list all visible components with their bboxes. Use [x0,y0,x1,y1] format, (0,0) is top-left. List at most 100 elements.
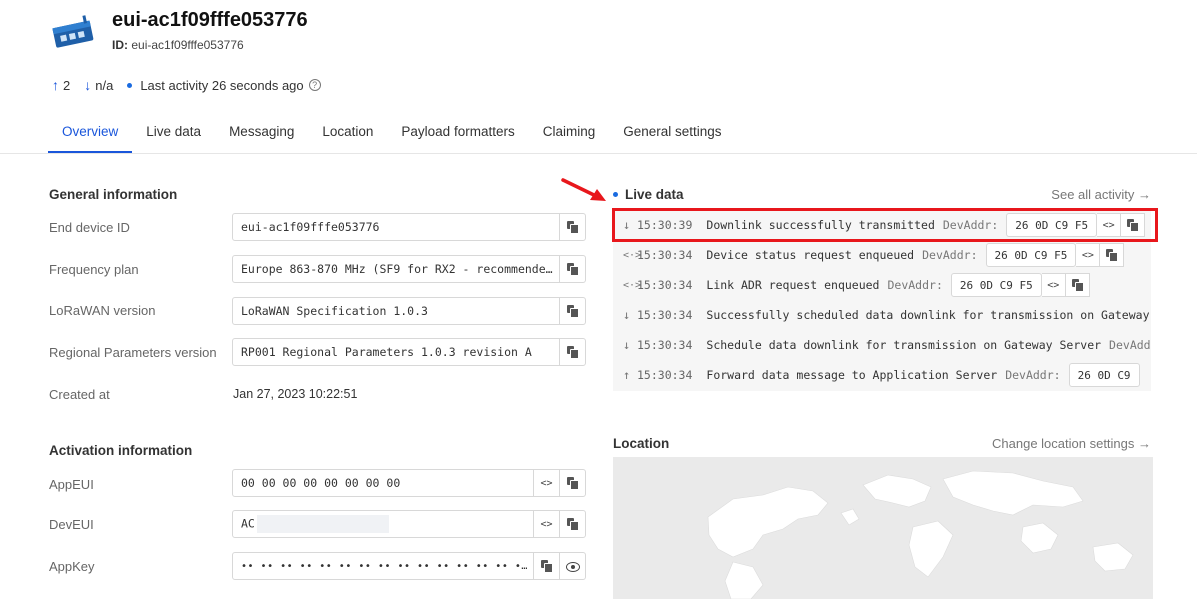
toggle-format-button[interactable]: <> [533,470,559,496]
regional-params-field: RP001 Regional Parameters 1.0.3 revision… [232,338,586,366]
frequency-plan-field: Europe 863-870 MHz (SF9 for RX2 - recomm… [232,255,586,283]
help-icon[interactable]: ? [308,79,321,91]
appeui-label: AppEUI [49,477,94,492]
redacted-block [256,515,389,533]
copy-button[interactable] [559,298,585,324]
live-data-title-text: Live data [625,187,684,202]
arrow-down-icon: ↓ [623,308,631,322]
uplink-count: 2 [63,77,71,93]
deveui-field: AC <> [232,510,586,538]
toggle-format-button[interactable]: <> [1041,273,1066,297]
copy-button[interactable] [559,214,585,240]
tab-general-settings[interactable]: General settings [609,114,735,153]
frequency-plan-value[interactable]: Europe 863-870 MHz (SF9 for RX2 - recomm… [233,262,559,276]
devaddr-value[interactable]: 26 0D C9 F5 [985,243,1077,267]
created-at-value: Jan 27, 2023 10:22:51 [233,387,358,401]
mac-command-icon: <·> [623,279,642,291]
tab-bar: Overview Live data Messaging Location Pa… [48,114,736,154]
eye-icon [565,561,580,572]
device-id-value: eui-ac1f09fffe053776 [131,38,244,52]
location-map[interactable] [613,457,1153,599]
deveui-label: DevEUI [49,517,94,532]
general-info-title: General information [49,187,178,202]
copy-icon [567,477,579,490]
tab-payload-formatters[interactable]: Payload formatters [387,114,528,153]
toggle-format-button[interactable]: <> [533,511,559,537]
event-row[interactable]: ↑ 15:30:34 Forward data message to Appli… [613,360,1151,390]
created-at-label: Created at [49,387,110,402]
event-row[interactable]: <·> 15:30:34 Link ADR request enqueued D… [613,270,1151,300]
tab-divider [0,153,1197,154]
event-time: 15:30:34 [637,368,693,382]
event-time: 15:30:34 [637,308,693,322]
devaddr-value[interactable]: 26 0D C9 F5 [950,273,1042,297]
last-activity-text: Last activity 26 seconds ago [140,77,304,93]
event-message: Schedule data downlink for transmission … [706,338,1102,352]
arrow-up-icon: ↑ [52,77,59,93]
event-row[interactable]: ↓ 15:30:34 Schedule data downlink for tr… [613,330,1151,360]
copy-button[interactable] [1100,243,1125,267]
activation-info-title: Activation information [49,443,193,458]
show-key-button[interactable] [559,553,585,579]
copy-button[interactable] [559,511,585,537]
live-data-title: Live data [613,187,684,202]
annotation-highlight-box [612,208,1158,242]
event-key: DevAddr: [887,278,943,292]
last-activity: Last activity 26 seconds ago ? [127,77,321,93]
devaddr-value[interactable]: 26 0D C9 [1068,363,1140,387]
event-message: Device status request enqueued [706,248,915,262]
end-device-id-field: eui-ac1f09fffe053776 [232,213,586,241]
regional-params-label: Regional Parameters version [49,345,217,360]
event-key: DevAddr: [1109,338,1151,352]
live-dot-icon [613,192,618,197]
copy-icon [567,221,579,234]
change-location-link[interactable]: Change location settings → [992,436,1151,451]
tab-claiming[interactable]: Claiming [529,114,610,153]
event-time: 15:30:34 [637,338,693,352]
see-all-activity-link[interactable]: See all activity → [1051,187,1151,202]
toggle-format-button[interactable]: <> [1076,243,1101,267]
event-message: Successfully scheduled data downlink for… [706,308,1151,322]
tab-messaging[interactable]: Messaging [215,114,308,153]
tab-live-data[interactable]: Live data [132,114,215,153]
copy-icon [567,346,579,359]
device-stats: ↑ 2 ↓ n/a Last activity 26 seconds ago ? [52,77,335,93]
uplink-stat: ↑ 2 [52,77,70,93]
end-device-id-label: End device ID [49,220,130,235]
device-id: ID: eui-ac1f09fffe053776 [112,38,244,52]
map-landmass [707,470,1134,599]
device-id-label: ID: [112,38,128,52]
copy-button[interactable] [533,553,559,579]
copy-button[interactable] [559,339,585,365]
lorawan-version-label: LoRaWAN version [49,303,156,318]
copy-icon [1106,249,1119,262]
appkey-field: •• •• •• •• •• •• •• •• •• •• •• •• •• •… [232,552,586,580]
event-row[interactable]: ↓ 15:30:34 Successfully scheduled data d… [613,300,1151,330]
event-message: Forward data message to Application Serv… [706,368,998,382]
appkey-value[interactable]: •• •• •• •• •• •• •• •• •• •• •• •• •• •… [233,561,533,572]
mac-command-icon: <·> [623,249,642,261]
lorawan-version-value[interactable]: LoRaWAN Specification 1.0.3 [233,304,559,318]
tab-overview[interactable]: Overview [48,114,133,154]
copy-icon [567,263,579,276]
regional-params-value[interactable]: RP001 Regional Parameters 1.0.3 revision… [233,345,559,359]
tab-location[interactable]: Location [308,114,387,153]
code-icon: <> [540,477,553,489]
event-message: Link ADR request enqueued [706,278,880,292]
annotation-arrow-icon [561,178,606,201]
event-time: 15:30:34 [637,248,693,262]
arrow-down-icon: ↓ [623,338,631,352]
copy-button[interactable] [559,470,585,496]
end-device-id-value[interactable]: eui-ac1f09fffe053776 [233,220,559,234]
event-key: DevAddr: [922,248,978,262]
event-row[interactable]: <·> 15:30:34 Device status request enque… [613,240,1151,270]
copy-button[interactable] [559,256,585,282]
copy-icon [567,518,579,531]
copy-button[interactable] [1065,273,1090,297]
downlink-stat: ↓ n/a [84,77,113,93]
arrow-down-icon: ↓ [84,77,92,93]
deveui-value[interactable]: AC [233,515,533,533]
downlink-count: n/a [95,77,114,93]
copy-icon [541,560,553,573]
appeui-value[interactable]: 00 00 00 00 00 00 00 00 [233,476,533,490]
